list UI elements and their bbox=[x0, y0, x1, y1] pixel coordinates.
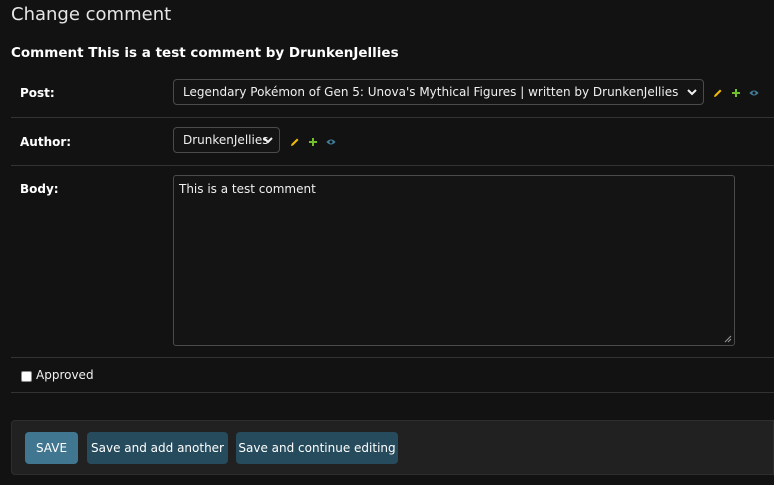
chevron-down-icon bbox=[687, 89, 697, 96]
save-button[interactable]: SAVE bbox=[25, 432, 78, 464]
author-label: Author: bbox=[20, 135, 72, 149]
body-row: Body: This is a test comment bbox=[11, 166, 774, 358]
body-textarea[interactable]: This is a test comment bbox=[173, 175, 735, 346]
save-and-continue-button[interactable]: Save and continue editing bbox=[236, 432, 398, 464]
author-related-actions bbox=[290, 136, 336, 148]
plus-icon[interactable] bbox=[731, 88, 741, 98]
pencil-icon[interactable] bbox=[290, 137, 300, 147]
body-label: Body: bbox=[20, 182, 59, 196]
submit-row: SAVE Save and add another Save and conti… bbox=[11, 420, 774, 475]
post-label: Post: bbox=[20, 86, 55, 100]
approved-checkbox[interactable] bbox=[21, 371, 32, 382]
form-heading: Comment This is a test comment by Drunke… bbox=[11, 45, 399, 61]
save-and-add-another-button[interactable]: Save and add another bbox=[87, 432, 228, 464]
body-text: This is a test comment bbox=[179, 182, 316, 196]
plus-icon[interactable] bbox=[308, 137, 318, 147]
eye-icon[interactable] bbox=[326, 137, 336, 147]
page-title: Change comment bbox=[11, 4, 172, 25]
author-row: Author: DrunkenJellies bbox=[11, 118, 774, 166]
eye-icon[interactable] bbox=[749, 88, 759, 98]
approved-row: Approved bbox=[11, 358, 774, 393]
post-related-actions bbox=[713, 87, 759, 99]
approved-label: Approved bbox=[36, 368, 94, 382]
chevron-down-icon bbox=[263, 137, 273, 144]
post-row: Post: Legendary Pokémon of Gen 5: Unova'… bbox=[11, 67, 774, 118]
post-select-value: Legendary Pokémon of Gen 5: Unova's Myth… bbox=[183, 85, 679, 99]
author-select[interactable]: DrunkenJellies bbox=[173, 127, 280, 153]
author-select-value: DrunkenJellies bbox=[183, 133, 269, 147]
resize-grip-icon[interactable] bbox=[724, 335, 732, 343]
post-select[interactable]: Legendary Pokémon of Gen 5: Unova's Myth… bbox=[173, 79, 704, 105]
pencil-icon[interactable] bbox=[713, 88, 723, 98]
